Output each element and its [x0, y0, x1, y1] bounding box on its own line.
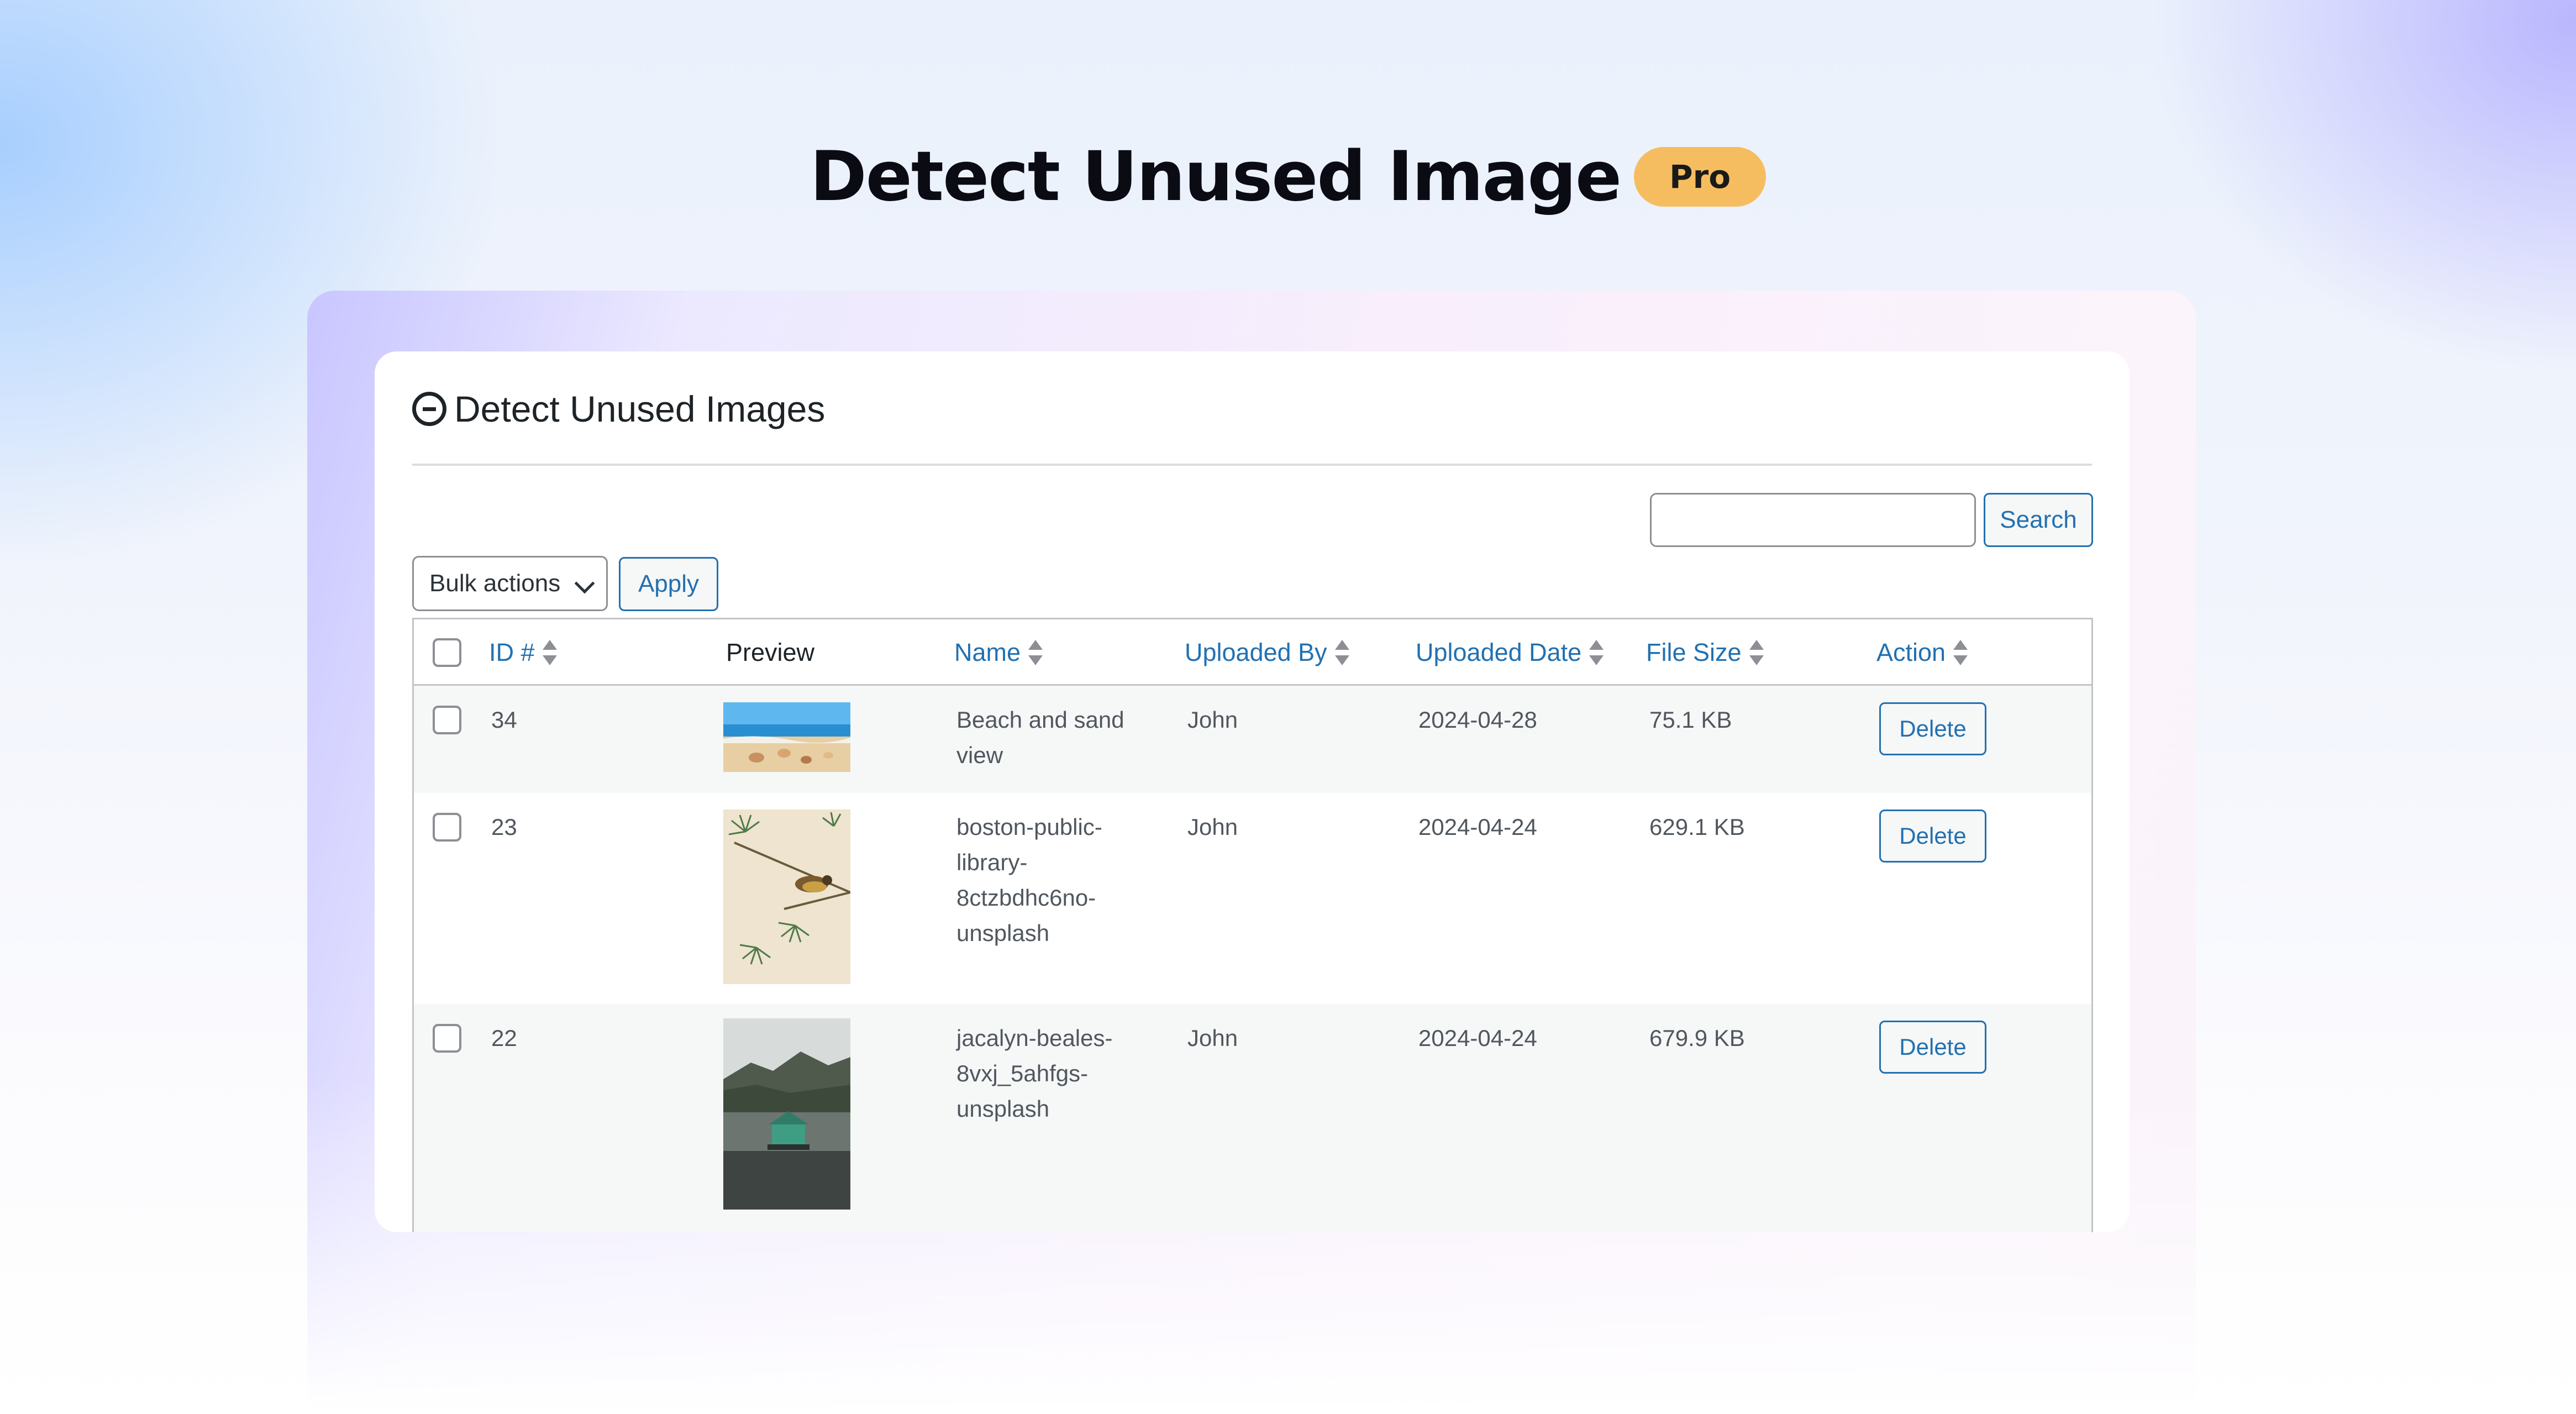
- column-header-name[interactable]: Name: [954, 619, 1043, 686]
- detect-unused-images-panel: Detect Unused Images Search Bulk actions…: [375, 351, 2130, 1232]
- delete-button[interactable]: Delete: [1879, 1021, 1986, 1074]
- column-header-preview: Preview: [726, 619, 814, 686]
- delete-button[interactable]: Delete: [1879, 809, 1986, 863]
- bird-on-branch-photo-preview: [723, 809, 850, 984]
- column-header-uploaded-date-label: Uploaded Date: [1416, 638, 1582, 666]
- panel-title: Detect Unused Images: [412, 388, 825, 430]
- column-header-file-size-label: File Size: [1646, 638, 1742, 666]
- sort-icon: [542, 639, 557, 666]
- sort-icon: [1953, 639, 1968, 666]
- sort-icon: [1334, 639, 1349, 666]
- apply-button[interactable]: Apply: [619, 557, 718, 611]
- panel-title-text: Detect Unused Images: [454, 388, 826, 429]
- images-table: ID # Preview Name Uploaded By Uploaded D…: [412, 618, 2093, 1232]
- sort-icon: [1749, 639, 1764, 666]
- hero-header: Detect Unused Image Pro: [0, 133, 2576, 221]
- column-header-uploaded-date[interactable]: Uploaded Date: [1416, 619, 1604, 686]
- column-header-file-size[interactable]: File Size: [1646, 619, 1764, 686]
- column-header-preview-label: Preview: [726, 638, 815, 666]
- pro-badge: Pro: [1634, 147, 1767, 207]
- table-row: 23 boston-public-library-8ctzbdhc6no-uns…: [414, 793, 2091, 1004]
- table-header: ID # Preview Name Uploaded By Uploaded D…: [414, 619, 2091, 686]
- table-row: 34 Beach and sand view John 2024-04-28 7…: [414, 686, 2091, 793]
- divider: [412, 464, 2092, 466]
- table-row: 22 jacalyn-beales-8vxj_5ahfgs-unsplash J…: [414, 1004, 2091, 1232]
- row-uploaded-date: 2024-04-28: [1418, 707, 1537, 733]
- row-id: 34: [491, 707, 517, 733]
- delete-button[interactable]: Delete: [1879, 702, 1986, 755]
- row-uploaded-by: John: [1187, 1025, 1238, 1051]
- row-file-size: 679.9 KB: [1649, 1025, 1745, 1051]
- column-header-action-label: Action: [1876, 638, 1946, 666]
- row-uploaded-by: John: [1187, 707, 1238, 733]
- row-file-size: 629.1 KB: [1649, 814, 1745, 840]
- column-header-uploaded-by[interactable]: Uploaded By: [1185, 619, 1349, 686]
- chevron-down-icon: [574, 573, 595, 594]
- row-name: boston-public-library-8ctzbdhc6no-unspla…: [956, 814, 1102, 946]
- row-uploaded-date: 2024-04-24: [1418, 814, 1537, 840]
- row-checkbox[interactable]: [433, 813, 461, 842]
- sort-icon: [1589, 639, 1604, 666]
- row-name: jacalyn-beales-8vxj_5ahfgs-unsplash: [956, 1025, 1113, 1122]
- row-name: Beach and sand view: [956, 707, 1124, 768]
- sort-icon: [1028, 639, 1043, 666]
- row-checkbox[interactable]: [433, 1024, 461, 1053]
- row-uploaded-date: 2024-04-24: [1418, 1025, 1537, 1051]
- column-header-id[interactable]: ID #: [489, 619, 557, 686]
- column-header-name-label: Name: [954, 638, 1021, 666]
- bulk-actions-value: Bulk actions: [429, 570, 561, 597]
- hero-title: Detect Unused Image: [809, 137, 1622, 217]
- column-header-action[interactable]: Action: [1876, 619, 1968, 686]
- row-file-size: 75.1 KB: [1649, 707, 1732, 733]
- beach-photo-preview: [723, 702, 850, 772]
- search-input[interactable]: [1650, 493, 1976, 547]
- row-id: 22: [491, 1025, 517, 1051]
- lake-house-photo-preview: [723, 1018, 850, 1210]
- column-header-id-label: ID #: [489, 638, 535, 666]
- column-header-uploaded-by-label: Uploaded By: [1185, 638, 1327, 666]
- minus-circle-icon: [412, 392, 446, 426]
- search-button[interactable]: Search: [1984, 493, 2093, 547]
- row-checkbox[interactable]: [433, 706, 461, 734]
- row-id: 23: [491, 814, 517, 840]
- row-uploaded-by: John: [1187, 814, 1238, 840]
- bulk-actions-select[interactable]: Bulk actions: [412, 556, 608, 611]
- select-all-checkbox[interactable]: [433, 638, 461, 667]
